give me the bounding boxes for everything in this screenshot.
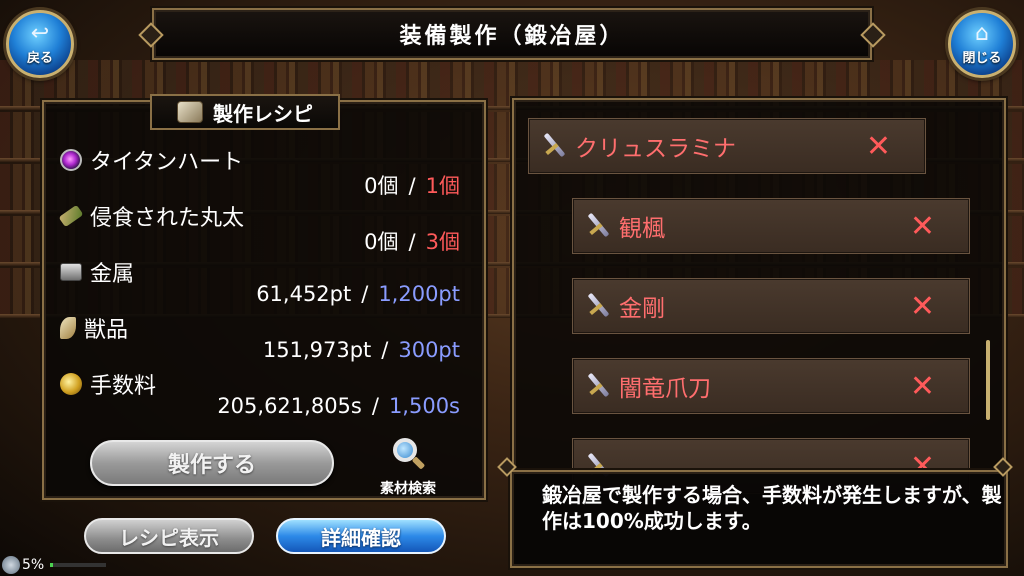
ingredient-row: 金属 61,452pt/1,200pt bbox=[60, 256, 460, 306]
back-arrow-icon: ↩ bbox=[30, 20, 50, 46]
recipe-book-icon bbox=[177, 101, 203, 123]
progress-bar bbox=[50, 563, 107, 567]
globe-icon bbox=[2, 556, 20, 574]
ingredient-row: 侵食された丸太 0個/3個 bbox=[58, 200, 460, 254]
remove-icon[interactable]: ✕ bbox=[910, 369, 935, 404]
close-button[interactable]: ⌂ 閉じる bbox=[948, 10, 1016, 78]
coins-icon bbox=[60, 373, 82, 395]
page-title: 装備製作（鍛冶屋） bbox=[399, 24, 625, 49]
remove-icon[interactable]: ✕ bbox=[866, 129, 891, 164]
ingredient-row: 獣品 151,973pt/300pt bbox=[60, 312, 460, 362]
sword-icon bbox=[541, 133, 567, 159]
download-status: 5% bbox=[2, 556, 107, 574]
sword-icon bbox=[585, 293, 611, 319]
list-item[interactable]: 金剛 ✕ bbox=[572, 278, 970, 334]
material-search-button[interactable]: 素材検索 bbox=[368, 438, 448, 498]
purple-orb-icon bbox=[60, 149, 82, 171]
craft-button[interactable]: 製作する bbox=[90, 440, 334, 486]
message-panel: 鍛冶屋で製作する場合、手数料が発生しますが、製作は100%成功します。 bbox=[510, 470, 1008, 568]
recipe-show-button[interactable]: レシピ表示 bbox=[84, 518, 254, 554]
back-button[interactable]: ↩ 戻る bbox=[6, 10, 74, 78]
list-item[interactable]: 観楓 ✕ bbox=[572, 198, 970, 254]
list-scrollbar[interactable] bbox=[986, 340, 990, 420]
detail-check-button[interactable]: 詳細確認 bbox=[276, 518, 446, 554]
sword-icon bbox=[585, 213, 611, 239]
sword-icon bbox=[585, 373, 611, 399]
message-text: 鍛冶屋で製作する場合、手数料が発生しますが、製作は100%成功します。 bbox=[542, 483, 1002, 533]
magnifier-icon bbox=[391, 438, 426, 472]
list-item[interactable]: 闇竜爪刀 ✕ bbox=[572, 358, 970, 414]
log-icon bbox=[58, 204, 84, 228]
ingredient-row: 手数料 205,621,805s/1,500s bbox=[60, 368, 460, 418]
ingredient-row: タイタンハート 0個/1個 bbox=[60, 144, 460, 198]
list-item[interactable]: クリュスラミナ ✕ bbox=[528, 118, 926, 174]
recipe-heading: 製作レシピ bbox=[150, 94, 340, 130]
home-icon: ⌂ bbox=[975, 20, 989, 46]
remove-icon[interactable]: ✕ bbox=[910, 209, 935, 244]
title-bar: 装備製作（鍛冶屋） bbox=[152, 8, 872, 60]
fang-icon bbox=[60, 317, 76, 339]
metal-ingot-icon bbox=[60, 263, 82, 281]
remove-icon[interactable]: ✕ bbox=[910, 289, 935, 324]
